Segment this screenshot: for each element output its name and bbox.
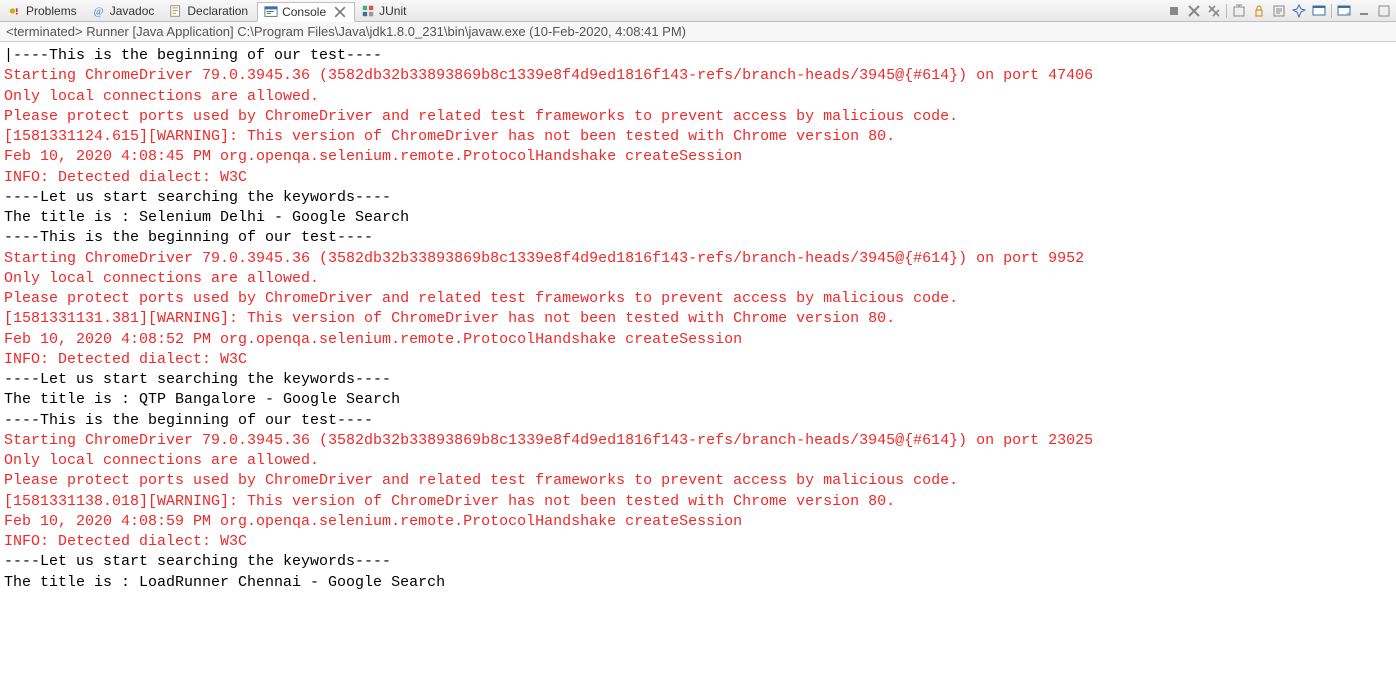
junit-icon [361, 4, 375, 18]
console-line: ----This is the beginning of our test---… [4, 228, 1392, 248]
remove-launch-button[interactable] [1186, 3, 1202, 19]
console-line: The title is : QTP Bangalore - Google Se… [4, 390, 1392, 410]
tab-problems[interactable]: Problems [2, 1, 86, 21]
view-tabbar: Problems @ Javadoc Declaration Console J… [0, 0, 1396, 22]
tab-declaration[interactable]: Declaration [163, 1, 257, 21]
console-line: The title is : LoadRunner Chennai - Goog… [4, 573, 1392, 593]
word-wrap-button[interactable] [1271, 3, 1287, 19]
console-line: Please protect ports used by ChromeDrive… [4, 471, 1392, 491]
console-line: Only local connections are allowed. [4, 269, 1392, 289]
console-output[interactable]: |----This is the beginning of our test--… [0, 42, 1396, 597]
remove-all-button[interactable] [1206, 3, 1222, 19]
open-console-button[interactable]: + [1336, 3, 1352, 19]
console-line: Only local connections are allowed. [4, 87, 1392, 107]
toolbar-separator [1226, 4, 1227, 18]
svg-text:@: @ [93, 6, 103, 17]
console-line: Starting ChromeDriver 79.0.3945.36 (3582… [4, 431, 1392, 451]
console-line: [1581331124.615][WARNING]: This version … [4, 127, 1392, 147]
close-icon[interactable] [334, 6, 346, 18]
tab-label: Declaration [187, 4, 248, 18]
tab-junit[interactable]: JUnit [355, 1, 415, 21]
tab-label: JUnit [379, 4, 406, 18]
tab-label: Problems [26, 4, 77, 18]
console-line: Feb 10, 2020 4:08:45 PM org.openqa.selen… [4, 147, 1392, 167]
console-line: Only local connections are allowed. [4, 451, 1392, 471]
console-line: Please protect ports used by ChromeDrive… [4, 107, 1392, 127]
tab-console[interactable]: Console [257, 2, 355, 22]
terminate-button[interactable] [1166, 3, 1182, 19]
display-console-button[interactable] [1311, 3, 1327, 19]
console-icon [264, 5, 278, 19]
console-line: The title is : Selenium Delhi - Google S… [4, 208, 1392, 228]
console-line: Please protect ports used by ChromeDrive… [4, 289, 1392, 309]
console-line: Feb 10, 2020 4:08:52 PM org.openqa.selen… [4, 330, 1392, 350]
console-line: INFO: Detected dialect: W3C [4, 168, 1392, 188]
javadoc-icon: @ [92, 4, 106, 18]
svg-text:+: + [1346, 11, 1350, 18]
launch-status: <terminated> Runner [Java Application] C… [0, 22, 1396, 42]
toolbar-separator [1331, 4, 1332, 18]
console-line: ----Let us start searching the keywords-… [4, 370, 1392, 390]
pin-console-button[interactable] [1291, 3, 1307, 19]
tab-javadoc[interactable]: @ Javadoc [86, 1, 164, 21]
clear-console-button[interactable] [1231, 3, 1247, 19]
console-line: Starting ChromeDriver 79.0.3945.36 (3582… [4, 66, 1392, 86]
console-line: INFO: Detected dialect: W3C [4, 532, 1392, 552]
console-line: ----This is the beginning of our test---… [4, 411, 1392, 431]
console-line: INFO: Detected dialect: W3C [4, 350, 1392, 370]
problems-icon [8, 4, 22, 18]
console-line: [1581331131.381][WARNING]: This version … [4, 309, 1392, 329]
console-line: |----This is the beginning of our test--… [4, 46, 1392, 66]
console-line: ----Let us start searching the keywords-… [4, 188, 1392, 208]
declaration-icon [169, 4, 183, 18]
minimize-button[interactable] [1356, 3, 1372, 19]
tab-label: Console [282, 5, 326, 19]
console-toolbar: + [1166, 3, 1396, 19]
maximize-button[interactable] [1376, 3, 1392, 19]
console-line: Feb 10, 2020 4:08:59 PM org.openqa.selen… [4, 512, 1392, 532]
tab-label: Javadoc [110, 4, 155, 18]
console-line: Starting ChromeDriver 79.0.3945.36 (3582… [4, 249, 1392, 269]
scroll-lock-button[interactable] [1251, 3, 1267, 19]
console-line: [1581331138.018][WARNING]: This version … [4, 492, 1392, 512]
console-line: ----Let us start searching the keywords-… [4, 552, 1392, 572]
